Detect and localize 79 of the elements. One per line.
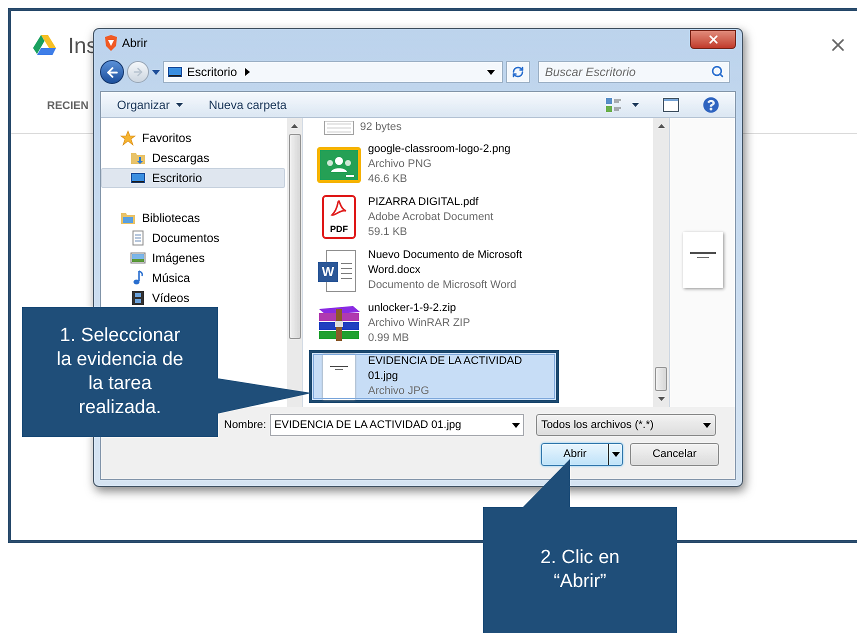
filename-field[interactable]: EVIDENCIA DE LA ACTIVIDAD 01.jpg bbox=[270, 414, 524, 436]
file-type-dropdown[interactable]: Todos los archivos (*.*) bbox=[536, 414, 716, 436]
file-type: Archivo PNG bbox=[368, 157, 433, 172]
nav-item[interactable]: Bibliotecas bbox=[101, 208, 287, 228]
open-button[interactable]: Abrir bbox=[541, 443, 623, 466]
callout-pointer bbox=[522, 459, 572, 508]
file-name: google-classroom-logo-2.png bbox=[368, 142, 510, 157]
drive-logo-icon bbox=[33, 35, 56, 55]
window-title: Abrir bbox=[122, 35, 148, 52]
close-icon bbox=[706, 32, 720, 46]
new-folder-button[interactable]: Nueva carpeta bbox=[208, 96, 287, 114]
file-size: 59.1 KB bbox=[368, 225, 408, 240]
help-icon[interactable] bbox=[703, 96, 719, 112]
file-item[interactable]: 92 bytes bbox=[309, 120, 559, 138]
callout: 2. Clic en “Abrir” bbox=[483, 507, 677, 633]
file-name: PIZARRA DIGITAL.pdf bbox=[368, 195, 480, 210]
file-item[interactable]: EVIDENCIA DE LA ACTIVIDAD 01.jpg Archivo JPG bbox=[309, 350, 559, 403]
file-name: EVIDENCIA DE LA ACTIVIDAD 01.jpg bbox=[368, 354, 524, 384]
file-type: Adobe Acrobat Document bbox=[368, 210, 494, 225]
text-file-icon bbox=[324, 121, 354, 135]
search-icon[interactable] bbox=[711, 65, 724, 78]
file-size: 0.99 MB bbox=[368, 331, 410, 346]
file-type: Archivo WinRAR ZIP bbox=[368, 316, 470, 331]
scroll-up-icon[interactable] bbox=[658, 124, 664, 128]
chevron-right-icon bbox=[245, 68, 250, 76]
image-preview bbox=[682, 232, 722, 288]
refresh-icon bbox=[512, 66, 524, 78]
file-item[interactable]: PDF PIZARRA DIGITAL.pdf Adobe Acrobat Document 59.1 KB bbox=[309, 191, 559, 244]
caret-icon[interactable] bbox=[632, 102, 639, 106]
preview-pane-icon[interactable] bbox=[663, 98, 679, 112]
monitor-icon bbox=[167, 64, 183, 80]
file-item[interactable]: W Nuevo Documento de Microsoft Word.docx Documento de Microsoft Word bbox=[309, 244, 559, 297]
back-button[interactable] bbox=[100, 60, 124, 84]
scroll-thumb[interactable] bbox=[288, 134, 300, 339]
file-type: Documento de Microsoft Word bbox=[368, 278, 518, 293]
document-icon bbox=[130, 230, 146, 246]
nav-item[interactable]: Imágenes bbox=[101, 248, 287, 268]
filename-label: Nombre: bbox=[224, 418, 266, 433]
shield-icon bbox=[104, 35, 118, 51]
nav-item[interactable]: Escritorio bbox=[101, 168, 285, 188]
file-name: Nuevo Documento de Microsoft Word.docx bbox=[368, 248, 524, 278]
image-icon bbox=[130, 250, 146, 266]
callout: 1. Seleccionar la evidencia de la tarea realizada. bbox=[22, 307, 218, 437]
organize-menu[interactable]: Organizar bbox=[117, 96, 183, 114]
monitor-icon bbox=[130, 170, 146, 186]
view-options-icon[interactable] bbox=[606, 98, 622, 112]
scroll-down-icon[interactable] bbox=[658, 397, 664, 401]
caret-icon bbox=[703, 422, 712, 428]
scroll-up-icon[interactable] bbox=[291, 124, 298, 128]
arrow-right-icon bbox=[132, 66, 144, 78]
nav-item[interactable]: Descargas bbox=[101, 148, 287, 168]
tab[interactable]: RECIEN bbox=[47, 100, 89, 112]
search-field[interactable]: Buscar Escritorio bbox=[538, 61, 730, 83]
cancel-button[interactable]: Cancelar bbox=[630, 443, 719, 466]
file-size: 46.6 KB bbox=[368, 172, 408, 187]
caret-icon bbox=[612, 452, 620, 457]
caret-icon[interactable] bbox=[152, 70, 160, 74]
close-button[interactable] bbox=[690, 30, 736, 48]
refresh-button[interactable] bbox=[506, 61, 530, 83]
nav-item[interactable]: Documentos bbox=[101, 228, 287, 248]
folder-icon bbox=[120, 210, 136, 226]
film-icon bbox=[130, 290, 146, 306]
file-item[interactable]: google-classroom-logo-2.png Archivo PNG 46.6 KB bbox=[309, 138, 559, 191]
scrollbar[interactable] bbox=[653, 118, 669, 407]
file-type: Archivo JPG bbox=[368, 384, 430, 399]
caret-icon bbox=[512, 422, 520, 428]
nav-item[interactable]: Música bbox=[101, 268, 287, 288]
nav-item[interactable]: Vídeos bbox=[101, 288, 287, 308]
file-size: 92 bytes bbox=[360, 120, 402, 135]
nav-item[interactable]: Favoritos bbox=[101, 128, 287, 148]
caret-icon bbox=[176, 102, 183, 106]
scroll-thumb[interactable] bbox=[655, 367, 667, 391]
star-icon bbox=[120, 130, 136, 146]
folder-icon bbox=[130, 150, 146, 166]
caret-icon bbox=[487, 70, 495, 74]
scrollbar[interactable] bbox=[287, 118, 302, 407]
file-item[interactable]: unlocker-1-9-2.zip Archivo WinRAR ZIP 0.99 MB bbox=[309, 297, 559, 350]
address-field[interactable]: Escritorio bbox=[163, 61, 503, 83]
file-name: unlocker-1-9-2.zip bbox=[368, 301, 458, 316]
